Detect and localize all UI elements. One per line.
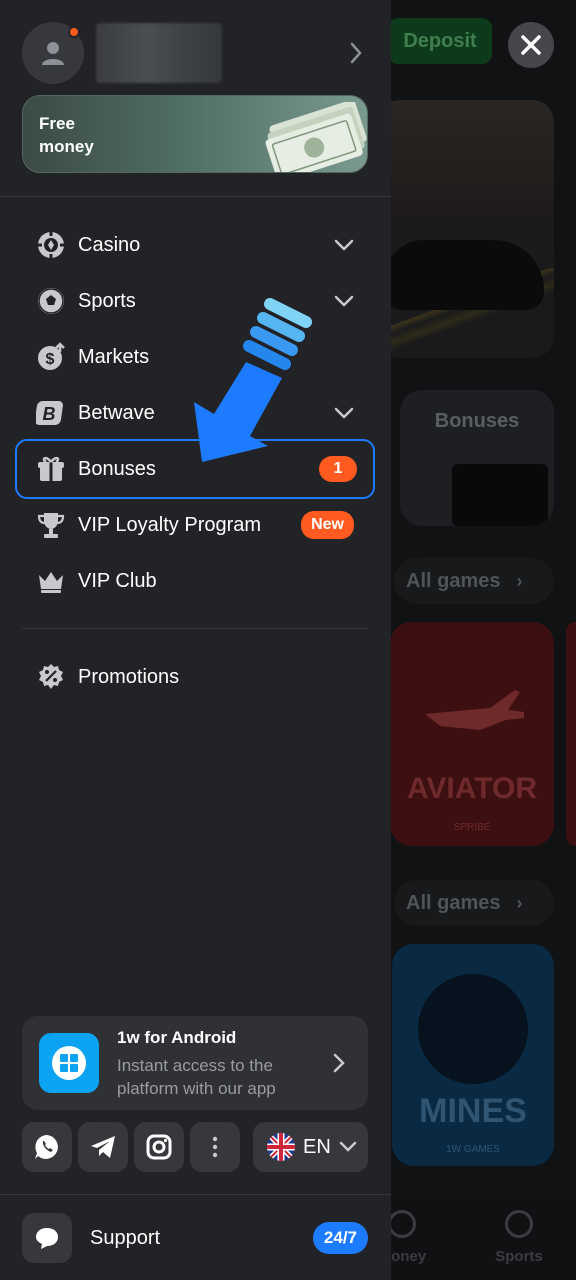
uk-flag-icon bbox=[267, 1133, 295, 1161]
language-selector[interactable]: EN bbox=[253, 1122, 368, 1172]
menu-item-label: VIP Loyalty Program bbox=[78, 513, 262, 536]
app-promo-subtitle: Instant access to the platform with our … bbox=[117, 1056, 276, 1098]
divider bbox=[0, 196, 391, 197]
gift-icon bbox=[34, 452, 68, 486]
whatsapp-icon bbox=[35, 1135, 58, 1159]
menu-item-label: Markets bbox=[78, 345, 150, 368]
bonuses-count-badge: 1 bbox=[319, 456, 357, 482]
close-drawer-button[interactable] bbox=[508, 22, 554, 68]
menu-item-label: Sports bbox=[78, 289, 136, 312]
chevron-down-icon bbox=[334, 295, 354, 307]
poker-chip-icon bbox=[34, 228, 68, 262]
chevron-right-icon bbox=[333, 1053, 345, 1073]
deposit-button: Deposit bbox=[388, 18, 492, 64]
aviator-title: AVIATOR bbox=[406, 772, 537, 805]
crown-icon bbox=[34, 564, 68, 598]
svg-text:$: $ bbox=[46, 351, 55, 368]
profile-row[interactable] bbox=[22, 22, 368, 84]
menu-item-promotions[interactable]: Promotions bbox=[22, 651, 368, 703]
menu-item-label: Betwave bbox=[78, 401, 155, 424]
promo-banner-car bbox=[378, 100, 554, 358]
next-game-card bbox=[566, 622, 576, 846]
menu-item-sports[interactable]: Sports bbox=[22, 275, 368, 327]
svg-text:B: B bbox=[43, 404, 56, 424]
language-code: EN bbox=[303, 1135, 331, 1158]
avatar bbox=[22, 22, 84, 84]
percent-badge-icon bbox=[34, 660, 68, 694]
free-money-label: Free money bbox=[39, 114, 94, 156]
more-options-button[interactable] bbox=[190, 1122, 240, 1172]
menu-item-label: Bonuses bbox=[78, 457, 156, 480]
bottom-nav: money Sports bbox=[378, 1196, 576, 1280]
side-drawer: Free money Casino Sports $ Markets B Bet… bbox=[0, 0, 391, 1280]
chevron-down-icon bbox=[339, 1141, 357, 1152]
dollar-trend-icon: $ bbox=[34, 340, 68, 374]
aviator-game-card: AVIATOR SPRIBE bbox=[390, 622, 554, 846]
plane-icon bbox=[425, 690, 524, 730]
user-icon bbox=[42, 42, 64, 65]
more-icon bbox=[212, 1136, 218, 1158]
betwave-b-icon: B bbox=[34, 396, 68, 430]
menu-item-vip-loyalty[interactable]: VIP Loyalty Program New bbox=[22, 499, 368, 551]
gift-box-image bbox=[452, 464, 548, 526]
aviator-provider: SPRIBE bbox=[453, 822, 491, 833]
chevron-right-icon bbox=[350, 42, 362, 64]
cash-stack-icon bbox=[265, 102, 367, 172]
bonuses-tile-label: Bonuses bbox=[434, 410, 520, 432]
telegram-button[interactable] bbox=[78, 1122, 128, 1172]
app-promo-title: 1w for Android bbox=[117, 1028, 237, 1047]
trophy-icon bbox=[34, 508, 68, 542]
android-app-card[interactable]: 1w for Android Instant access to the pla… bbox=[22, 1016, 368, 1110]
menu-item-markets[interactable]: $ Markets bbox=[22, 331, 368, 383]
all-games-pill: All games › bbox=[394, 558, 554, 604]
telegram-icon bbox=[91, 1136, 115, 1158]
chevron-down-icon bbox=[334, 239, 354, 251]
menu-item-label: Promotions bbox=[78, 665, 180, 688]
all-games-pill-2: All games › bbox=[394, 880, 554, 926]
menu-item-bonuses[interactable]: Bonuses 1 bbox=[15, 439, 375, 499]
mines-game-card: MINES 1W GAMES bbox=[392, 944, 554, 1166]
mines-provider: 1W GAMES bbox=[446, 1144, 500, 1155]
whatsapp-button[interactable] bbox=[22, 1122, 72, 1172]
instagram-button[interactable] bbox=[134, 1122, 184, 1172]
bottom-nav-sports: Sports bbox=[474, 1210, 564, 1265]
divider bbox=[22, 628, 368, 629]
close-icon bbox=[521, 35, 541, 55]
free-money-banner[interactable]: Free money bbox=[22, 95, 368, 173]
menu-item-betwave[interactable]: B Betwave bbox=[22, 387, 368, 439]
support-row[interactable]: Support 24/7 bbox=[22, 1212, 368, 1264]
chevron-down-icon bbox=[334, 407, 354, 419]
menu-item-casino[interactable]: Casino bbox=[22, 219, 368, 271]
instagram-icon bbox=[146, 1134, 172, 1160]
soccer-ball-icon bbox=[34, 284, 68, 318]
bonuses-tile: Bonuses bbox=[400, 390, 554, 526]
divider bbox=[0, 1194, 391, 1195]
username-redacted bbox=[96, 23, 222, 83]
windows-app-icon bbox=[39, 1033, 99, 1093]
bomb-image bbox=[418, 974, 528, 1084]
menu-item-vip-club[interactable]: VIP Club bbox=[22, 555, 368, 607]
support-hours-badge: 24/7 bbox=[312, 1222, 368, 1254]
support-label: Support bbox=[90, 1226, 161, 1249]
menu-item-label: VIP Club bbox=[78, 569, 157, 592]
chat-bubble-icon bbox=[22, 1213, 72, 1263]
new-badge: New bbox=[301, 511, 354, 539]
menu-item-label: Casino bbox=[78, 233, 141, 256]
mines-title: MINES bbox=[419, 1092, 527, 1130]
notification-dot bbox=[68, 26, 80, 38]
